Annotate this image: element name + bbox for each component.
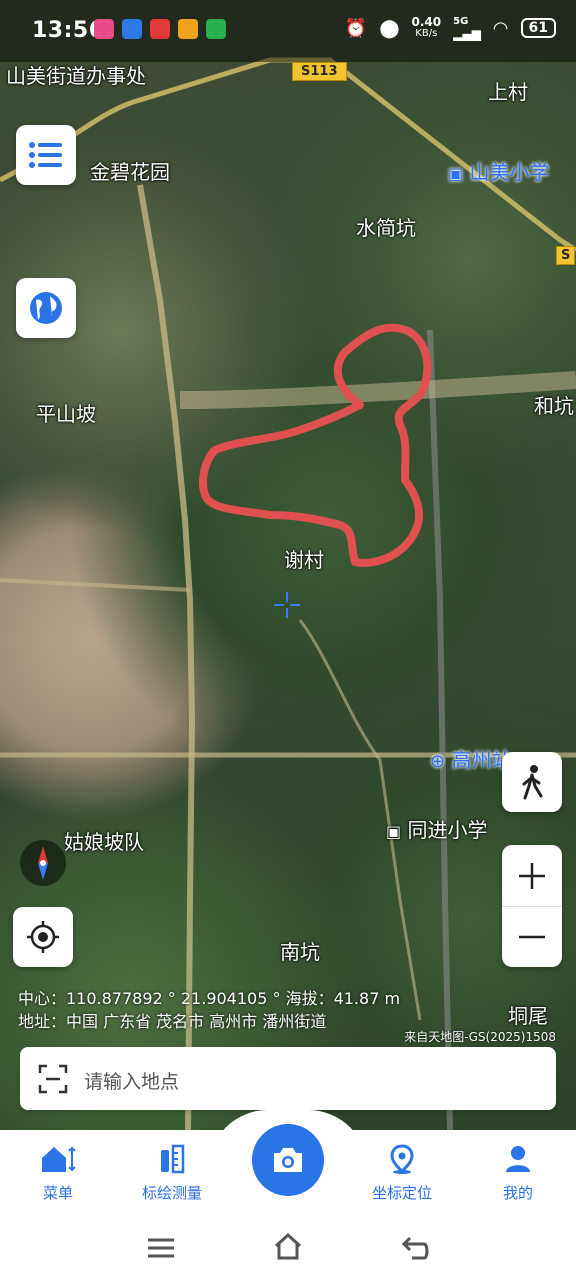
walk-mode-button[interactable] [502, 752, 562, 812]
ruler-icon [161, 1144, 185, 1174]
school-icon: ▣ [448, 164, 464, 183]
map-label-shuitongkeng: 水简坑 [356, 216, 416, 240]
camera-icon [274, 1148, 302, 1172]
app-notification-icon [206, 19, 226, 39]
camera-button[interactable] [252, 1124, 324, 1196]
map-label-guniangpo: 姑娘坡队 [64, 830, 144, 854]
app-notification-icon [150, 19, 170, 39]
location-icon: ⬤ [379, 17, 400, 39]
plus-icon [519, 862, 545, 889]
satellite-map[interactable]: S113 S 山美街道办事处 金碧花园 上村 ▣ 山美小学 水简坑 平山坡 和坑… [0, 0, 576, 1130]
globe-icon [30, 292, 62, 324]
alarm-icon: ⏰ [344, 17, 368, 39]
menu-icon[interactable] [146, 1236, 176, 1260]
map-label-hekeng: 和坑 [534, 394, 574, 418]
map-label-nankeng: 南坑 [280, 940, 320, 964]
nav-mine[interactable]: 我的 [468, 1144, 568, 1203]
zoom-out-button[interactable] [502, 906, 562, 967]
map-label-gaozhou-station: ⊕ 高州站 [430, 748, 512, 772]
minus-icon [519, 935, 545, 938]
list-icon [29, 142, 62, 168]
app-notification-icon [122, 19, 142, 39]
my-location-button[interactable] [13, 907, 73, 967]
map-label-jinbi-garden: 金碧花园 [90, 160, 170, 184]
status-right: ⏰ ⬤ 0.40 KB/s 5G ▂▄▆ ◠ 61 [345, 16, 556, 40]
map-label-xiecun: 谢村 [284, 548, 324, 572]
globe-button[interactable] [16, 278, 76, 338]
locate-target-icon [27, 921, 59, 953]
home-menu-icon [42, 1146, 76, 1172]
nav-menu[interactable]: 菜单 [8, 1144, 108, 1203]
battery-indicator: 61 [520, 18, 556, 38]
map-label-shanmei-office: 山美街道办事处 [6, 64, 146, 88]
map-source-attribution: 来自天地图-GS(2025)1508 [404, 1030, 556, 1044]
map-label-dongwei: 垌尾 [508, 1004, 548, 1028]
layers-list-button[interactable] [16, 125, 76, 185]
weibo-icon [178, 19, 198, 39]
search-input[interactable]: 请输入地点 [84, 1067, 179, 1094]
nav-measure[interactable]: 标绘测量 [122, 1144, 222, 1203]
compass[interactable] [20, 840, 66, 886]
user-icon [506, 1146, 530, 1172]
network-speed: 0.40 KB/s [411, 15, 442, 39]
signal-icon: 5G ▂▄▆ [453, 16, 481, 41]
station-icon: ⊕ [430, 751, 446, 772]
map-label-shanmei-school: ▣ 山美小学 [448, 160, 550, 184]
crosshair-icon [274, 592, 300, 618]
address-line: 地址：中国 广东省 茂名市 高州市 潘州街道 [18, 1012, 327, 1031]
map-label-tongjin-school: ▣ 同进小学 [386, 818, 488, 842]
system-navigation-bar [0, 1214, 576, 1280]
back-icon[interactable] [400, 1234, 432, 1262]
road-tag-s: S [556, 246, 576, 265]
home-icon[interactable] [272, 1232, 304, 1260]
zoom-control [502, 845, 562, 967]
nav-locate[interactable]: 坐标定位 [352, 1144, 452, 1203]
map-label-pingshanpo: 平山坡 [36, 402, 96, 426]
status-bar: 13:56 ⏰ ⬤ 0.40 KB/s 5G ▂▄▆ ◠ 61 [0, 0, 576, 62]
road-tag-s113: S113 [292, 62, 347, 81]
status-notification-icons [94, 19, 226, 39]
wifi-icon: ◠ [492, 17, 509, 39]
app-notification-icon [94, 19, 114, 39]
compass-icon [38, 846, 48, 880]
scan-icon[interactable] [38, 1064, 68, 1094]
search-bar[interactable]: 请输入地点 [20, 1047, 556, 1110]
center-coordinates: 中心：110.877892 ° 21.904105 ° 海拔：41.87 m [18, 989, 401, 1008]
location-pin-icon [390, 1144, 414, 1174]
zoom-in-button[interactable] [502, 845, 562, 907]
walking-person-icon [522, 765, 543, 800]
map-label-shangcun: 上村 [488, 80, 528, 104]
school-icon: ▣ [386, 822, 402, 841]
